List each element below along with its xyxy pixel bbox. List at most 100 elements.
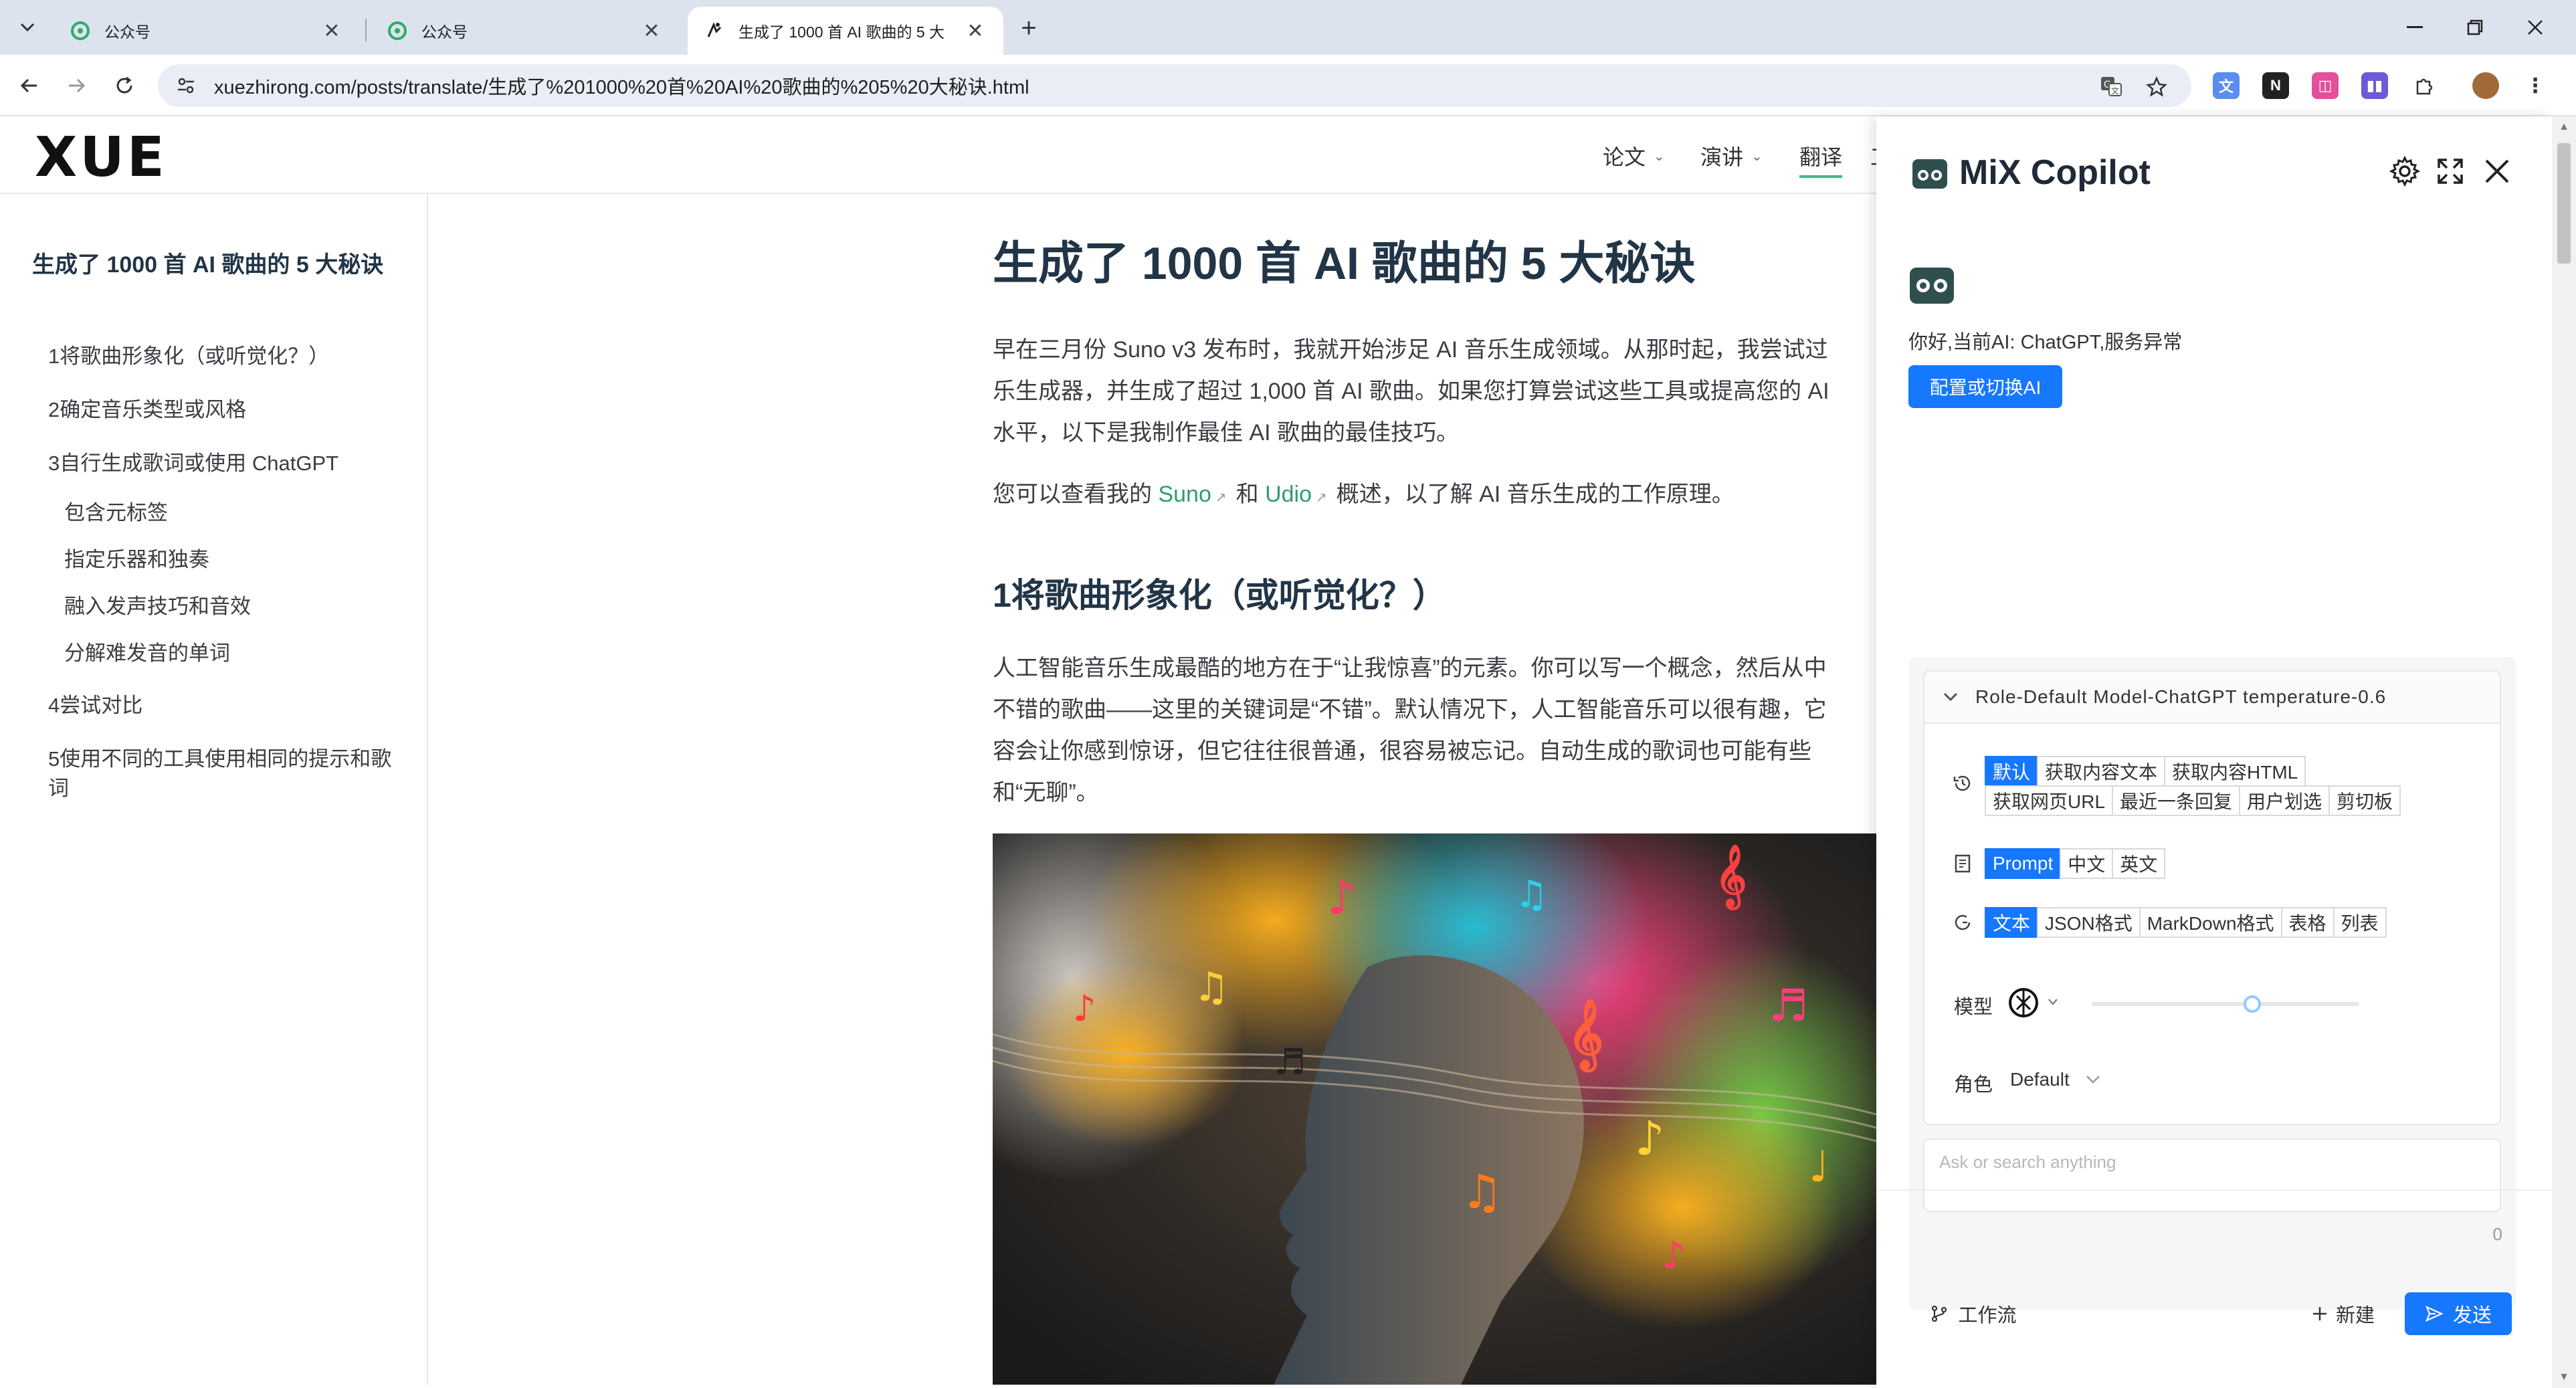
chip-english[interactable]: 英文 [2112,848,2166,879]
article-paragraph-3: 人工智能音乐生成最酷的地方在于“让我惊喜”的元素。你可以写一个概念，然后从中 不… [993,648,1876,813]
slider-handle[interactable] [2244,995,2261,1013]
chip-get-url[interactable]: 获取网页URL [1985,785,2114,816]
chip-prompt[interactable]: Prompt [1985,848,2062,879]
chevron-down-icon[interactable] [1943,688,1958,706]
nav-papers[interactable]: 论文 ⌄ [1603,140,1665,171]
chip-last-reply[interactable]: 最近一条回复 [2112,785,2241,816]
close-icon[interactable]: ✕ [963,19,987,43]
copilot-options-panel: Role-Default Model-ChatGPT temperature-0… [1923,670,2501,1125]
extension-icon[interactable]: ◫ [2312,72,2339,99]
more-menu-icon[interactable]: ⋮ [2522,72,2549,99]
prompt-input[interactable]: Ask or search anything [1923,1138,2501,1212]
toc-subitem[interactable]: 指定乐器和独奏 [64,544,209,575]
svg-text:♪: ♪ [1327,870,1357,925]
tab-title: 公众号 [104,23,151,41]
new-chat-button[interactable]: 新建 [2296,1292,2390,1335]
address-bar[interactable]: xuezhirong.com/posts/translate/生成了%20100… [158,64,2191,107]
close-icon[interactable]: ✕ [639,19,664,43]
close-icon [2485,159,2509,183]
scrollbar-thumb[interactable] [2557,143,2571,264]
chip-text[interactable]: 文本 [1985,907,2039,938]
nav-translate[interactable]: 翻译 [1799,140,1843,178]
send-label: 发送 [2452,1305,2492,1326]
toc-item[interactable]: 5使用不同的工具使用相同的提示和歌 [48,744,391,775]
chip-user-selection[interactable]: 用户划选 [2239,785,2331,816]
article-paragraph-2: 您可以查看我的 Suno ↗ 和 Udio ↗ 概述，以了解 AI 音乐生成的工作原理。 [993,474,1876,518]
translate-icon[interactable]: G文 [2095,71,2127,103]
external-link-icon: ↗ [1316,490,1327,505]
tab-wechat-2[interactable]: 公众号 ✕ [371,7,680,55]
chip-chinese[interactable]: 中文 [2060,848,2114,879]
page-scrollbar[interactable]: ▲ ▼ [2552,116,2576,1388]
toc-item[interactable]: 2确定音乐类型或风格 [48,395,246,425]
configure-ai-button[interactable]: 配置或切换AI [1908,365,2062,408]
chip-list[interactable]: 列表 [2333,907,2387,938]
forward-button[interactable] [59,68,94,103]
chip-default[interactable]: 默认 [1985,756,2039,787]
site-logo[interactable]: XUE [35,126,167,189]
chip-get-text[interactable]: 获取内容文本 [2037,756,2166,787]
scroll-up-icon[interactable]: ▲ [2559,121,2569,132]
hero-image-music-head: ♪ 𝄞 𝄞 ♫ ♪ ♬ ♫ ♪ ♩ ♫ ♪ ♬ [993,833,1876,1385]
udio-link[interactable]: Udio [1265,482,1312,507]
chip-get-html[interactable]: 获取内容HTML [2164,756,2306,787]
tab-wechat-1[interactable]: 公众号 ✕ [54,7,360,55]
toc-title[interactable]: 生成了 1000 首 AI 歌曲的 5 大秘诀 [32,245,393,285]
minimize-button[interactable] [2395,9,2435,45]
chip-clipboard[interactable]: 剪切板 [2329,785,2401,816]
wechat-mp-icon [387,20,408,41]
temperature-slider[interactable] [2092,995,2359,1013]
svg-text:♪: ♪ [1635,1111,1665,1166]
new-tab-button[interactable]: + [1011,11,1046,45]
model-select[interactable] [2007,986,2061,1023]
close-icon[interactable]: ✕ [320,19,344,43]
toc-item[interactable]: 1将歌曲形象化（或听觉化？） [48,341,329,372]
branch-icon [1932,1305,1947,1322]
toc-item-continued[interactable]: 词 [48,773,69,804]
site-favicon-icon [704,20,725,41]
toc-subitem[interactable]: 分解难发音的单词 [64,638,230,669]
send-button[interactable]: 发送 [2405,1292,2512,1335]
svg-text:♫: ♫ [1193,964,1229,1011]
site-header: XUE 论文 ⌄ 演讲 ⌄ 翻译 工 [0,116,1892,194]
restore-button[interactable] [2455,9,2495,45]
paragraph-line: 不错的歌曲——这里的关键词是“不错”。默认情况下，人工智能音乐可以很有趣，它 [993,697,1827,722]
fullscreen-button[interactable] [2430,151,2470,191]
suno-link[interactable]: Suno [1158,482,1211,507]
settings-button[interactable] [2385,151,2425,191]
chip-markdown[interactable]: MarkDown格式 [2139,907,2282,938]
source-chip-group: 默认 获取内容文本 获取内容HTML 获取网页URL 最近一条回复 用户划选 剪… [1985,756,2494,816]
browser-tab-bar: 公众号 ✕ 公众号 ✕ 生成了 1000 首 AI 歌曲的 5 大 ✕ + [0,0,2576,55]
external-link-icon: ↗ [1215,490,1227,505]
nav-talks[interactable]: 演讲 ⌄ [1700,140,1763,171]
options-header[interactable]: Role-Default Model-ChatGPT temperature-0… [1924,672,2500,724]
workflow-button[interactable]: 工作流 [1910,1292,2037,1335]
notion-extension-icon[interactable]: N [2262,72,2289,99]
toc-sidebar: 生成了 1000 首 AI 歌曲的 5 大秘诀 1将歌曲形象化（或听觉化？） 2… [0,194,428,1385]
close-panel-button[interactable] [2477,151,2517,191]
svg-text:♫: ♫ [1514,873,1548,916]
svg-text:♫: ♫ [1461,1165,1503,1219]
tab-article-active[interactable]: 生成了 1000 首 AI 歌曲的 5 大 ✕ [688,7,1003,55]
toc-subitem[interactable]: 包含元标签 [64,498,168,528]
role-select[interactable]: Default [2010,1069,2100,1090]
site-info-icon[interactable] [173,72,199,99]
chip-table[interactable]: 表格 [2280,907,2335,938]
reload-button[interactable] [107,68,142,103]
article-paragraph-1: 早在三月份 Suno v3 发布时，我就开始涉足 AI 音乐生成领域。从那时起，… [993,329,1876,454]
toc-item[interactable]: 4尝试对比 [48,690,142,721]
toc-item[interactable]: 3自行生成歌词或使用 ChatGPT [48,448,338,479]
tab-search-button[interactable] [9,9,45,45]
profile-avatar-icon[interactable] [2472,72,2499,99]
puzzle-extensions-icon[interactable] [2411,72,2438,99]
translate-extension-icon[interactable]: 文 [2213,72,2240,99]
star-icon[interactable] [2141,71,2173,103]
toc-subitem[interactable]: 融入发声技巧和音效 [64,591,251,622]
back-button[interactable] [12,68,47,103]
close-window-button[interactable] [2515,9,2555,45]
chip-json[interactable]: JSON格式 [2037,907,2141,938]
paragraph-text: 概述，以了解 AI 音乐生成的工作原理。 [1336,482,1735,507]
svg-text:♪: ♪ [1073,987,1096,1029]
extension-icon[interactable]: ▮▮ [2361,72,2388,99]
scroll-down-icon[interactable]: ▼ [2559,1371,2569,1383]
